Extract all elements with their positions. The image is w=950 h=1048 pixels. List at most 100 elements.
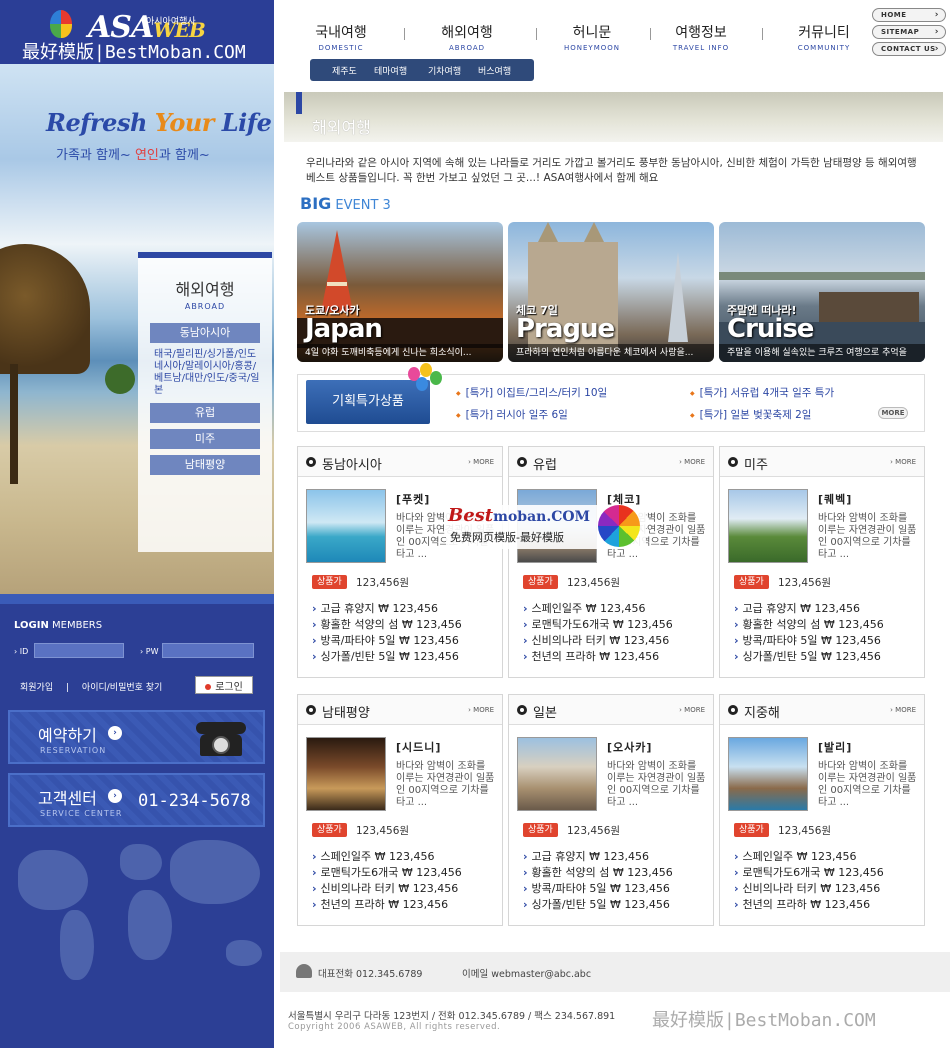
- gnb-separator: [650, 28, 651, 40]
- list-item[interactable]: 고급 휴양지 ₩ 123,456: [734, 601, 884, 617]
- region-thumbnail[interactable]: [306, 489, 386, 563]
- event-card-japan[interactable]: 도쿄/오사카 Japan 4일 야화 도깨비축등에게 신나는 희소식이...: [297, 222, 503, 362]
- region-thumbnail[interactable]: [728, 489, 808, 563]
- watermark-brand: Bestmoban.COM: [448, 505, 591, 526]
- subnav-bus[interactable]: 버스여행: [478, 64, 511, 77]
- list-item[interactable]: 신비의나라 터키 ₩ 123,456: [734, 881, 884, 897]
- list-item[interactable]: 황홀한 석양의 섬 ₩ 123,456: [523, 865, 673, 881]
- region-more-link[interactable]: › MORE: [468, 458, 494, 466]
- list-item[interactable]: 로맨틱가도6개국 ₩ 123,456: [523, 617, 673, 633]
- region-bullet-icon: [306, 457, 316, 467]
- list-item[interactable]: 천년의 프라하 ₩ 123,456: [312, 897, 462, 913]
- logo-subtitle: 아시아여행사: [146, 17, 196, 27]
- subnav-jeju[interactable]: 제주도: [332, 64, 357, 77]
- subnav-theme[interactable]: 테마여행: [374, 64, 407, 77]
- side-menu-item-southeast-asia[interactable]: 동남아시아: [150, 323, 260, 343]
- region-thumbnail[interactable]: [306, 737, 386, 811]
- region-more-link[interactable]: › MORE: [890, 706, 916, 714]
- side-menu-item-europe[interactable]: 유럽: [150, 403, 260, 423]
- reservation-banner[interactable]: 예약하기 › RESERVATION: [8, 710, 265, 764]
- service-center-banner[interactable]: 고객센터 › SERVICE CENTER 01-234-5678: [8, 773, 265, 827]
- side-menu-item-south-pacific[interactable]: 남태평양: [150, 455, 260, 475]
- list-item[interactable]: 천년의 프라하 ₩ 123,456: [734, 897, 884, 913]
- title-marker: [296, 92, 302, 114]
- region-more-link[interactable]: › MORE: [468, 706, 494, 714]
- util-home-button[interactable]: HOME: [872, 8, 946, 22]
- special-link[interactable]: [특가] 이집트/그리스/터키 10일: [456, 385, 608, 400]
- region-thumbnail[interactable]: [728, 737, 808, 811]
- list-item[interactable]: 스페인일주 ₩ 123,456: [312, 849, 462, 865]
- list-item[interactable]: 싱가폴/빈탄 5일 ₩ 123,456: [734, 649, 884, 665]
- special-link[interactable]: [특가] 러시아 일주 6일: [456, 407, 568, 422]
- util-sitemap-button[interactable]: SITEMAP: [872, 25, 946, 39]
- list-item[interactable]: 방콕/파타야 5일 ₩ 123,456: [734, 633, 884, 649]
- list-item[interactable]: 싱가폴/빈탄 5일 ₩ 123,456: [312, 649, 462, 665]
- special-link[interactable]: [특가] 서유럽 4개국 일주 특가: [690, 385, 834, 400]
- footer-contact-bar: 대표전화 012.345.6789 이메일 webmaster@abc.abc: [280, 952, 950, 992]
- hero-slogan: Refresh Your Life: [46, 108, 272, 137]
- list-item[interactable]: 고급 휴양지 ₩ 123,456: [523, 849, 673, 865]
- gnb-abroad[interactable]: 해외여행 ABROAD: [432, 22, 502, 52]
- region-thumbnail[interactable]: [517, 737, 597, 811]
- region-bullet-icon: [517, 457, 527, 467]
- side-menu-countries[interactable]: 태국/필리핀/싱가폴/인도네시아/말레이시아/홍콩/베트남/대만/인도/중국/일…: [150, 349, 260, 397]
- telephone-icon: [196, 720, 246, 756]
- balloon-icon: [430, 371, 442, 385]
- list-item[interactable]: 황홀한 석양의 섬 ₩ 123,456: [312, 617, 462, 633]
- list-item[interactable]: 로맨틱가도6개국 ₩ 123,456: [312, 865, 462, 881]
- region-more-link[interactable]: › MORE: [679, 706, 705, 714]
- gnb-separator: [762, 28, 763, 40]
- service-center-label: 고객센터: [38, 789, 97, 808]
- side-menu-item-america[interactable]: 미주: [150, 429, 260, 449]
- list-item[interactable]: 싱가폴/빈탄 5일 ₩ 123,456: [523, 897, 673, 913]
- region-city[interactable]: [발리]: [818, 739, 852, 755]
- pw-label: › PW: [140, 647, 159, 656]
- gnb-domestic[interactable]: 국내여행 DOMESTIC: [306, 22, 376, 52]
- event-caption: 4일 야화 도깨비축등에게 신나는 희소식이...: [297, 344, 503, 362]
- special-link[interactable]: [특가] 일본 벚꽃축제 2일: [690, 407, 812, 422]
- phone-icon: [296, 964, 312, 978]
- reservation-arrow-icon: ›: [108, 726, 122, 740]
- subnav-train[interactable]: 기차여행: [428, 64, 461, 77]
- footer-email[interactable]: 이메일 webmaster@abc.abc: [462, 966, 591, 980]
- login-links: 회원가입 | 아이디/비밀번호 찾기: [20, 680, 162, 693]
- region-title: 남태평양: [322, 706, 370, 721]
- region-more-link[interactable]: › MORE: [679, 458, 705, 466]
- gnb-honeymoon[interactable]: 허니문 HONEYMOON: [552, 22, 632, 52]
- price-tag-badge: 상품가: [312, 823, 347, 837]
- region-title: 일본: [533, 706, 557, 721]
- watermark-bottom: 最好模版|BestMoban.COM: [652, 1010, 876, 1031]
- join-link[interactable]: 회원가입: [20, 683, 53, 693]
- region-city[interactable]: [퀘벡]: [818, 491, 852, 507]
- hero-tagline: 가족과 함께~ 연인과 함께~: [56, 148, 210, 163]
- special-more-button[interactable]: MORE: [878, 407, 908, 419]
- gnb-community[interactable]: 커뮤니티 COMMUNITY: [784, 22, 864, 52]
- login-button[interactable]: 로그인: [195, 676, 253, 694]
- watermark-subtext: 免费网页模版-最好模版: [450, 531, 564, 544]
- special-deals-badge: 기획특가상품: [306, 380, 430, 424]
- list-item[interactable]: 황홀한 석양의 섬 ₩ 123,456: [734, 617, 884, 633]
- list-item[interactable]: 고급 휴양지 ₩ 123,456: [312, 601, 462, 617]
- list-item[interactable]: 스페인일주 ₩ 123,456: [523, 601, 673, 617]
- password-input[interactable]: [162, 643, 254, 658]
- page-title-bar: 해외여행: [284, 92, 943, 142]
- region-city[interactable]: [시드니]: [396, 739, 441, 755]
- list-item[interactable]: 천년의 프라하 ₩ 123,456: [523, 649, 673, 665]
- region-city[interactable]: [오사카]: [607, 739, 652, 755]
- list-item[interactable]: 방콕/파타야 5일 ₩ 123,456: [523, 881, 673, 897]
- gnb-travel-info[interactable]: 여행정보 TRAVEL INFO: [666, 22, 736, 52]
- id-input[interactable]: [34, 643, 124, 658]
- service-center-sublabel: SERVICE CENTER: [40, 809, 123, 818]
- region-more-link[interactable]: › MORE: [890, 458, 916, 466]
- region-description: 바다와 암벽이 조화를 이루는 자연경관이 일품인 00지역으로 기차를 타고 …: [607, 761, 706, 808]
- util-contact-button[interactable]: CONTACT US: [872, 42, 946, 56]
- event-card-cruise[interactable]: 주말엔 떠나라! Cruise 주말을 이용해 실속있는 크루즈 여행으로 추억…: [719, 222, 925, 362]
- list-item[interactable]: 방콕/파타야 5일 ₩ 123,456: [312, 633, 462, 649]
- event-card-prague[interactable]: 체코 7일 Prague 프라하의 연인처럼 아름다운 체코에서 사랑을...: [508, 222, 714, 362]
- region-city[interactable]: [푸켓]: [396, 491, 430, 507]
- list-item[interactable]: 신비의나라 터키 ₩ 123,456: [312, 881, 462, 897]
- list-item[interactable]: 신비의나라 터키 ₩ 123,456: [523, 633, 673, 649]
- list-item[interactable]: 스페인일주 ₩ 123,456: [734, 849, 884, 865]
- list-item[interactable]: 로맨틱가도6개국 ₩ 123,456: [734, 865, 884, 881]
- find-account-link[interactable]: 아이디/비밀번호 찾기: [82, 683, 162, 693]
